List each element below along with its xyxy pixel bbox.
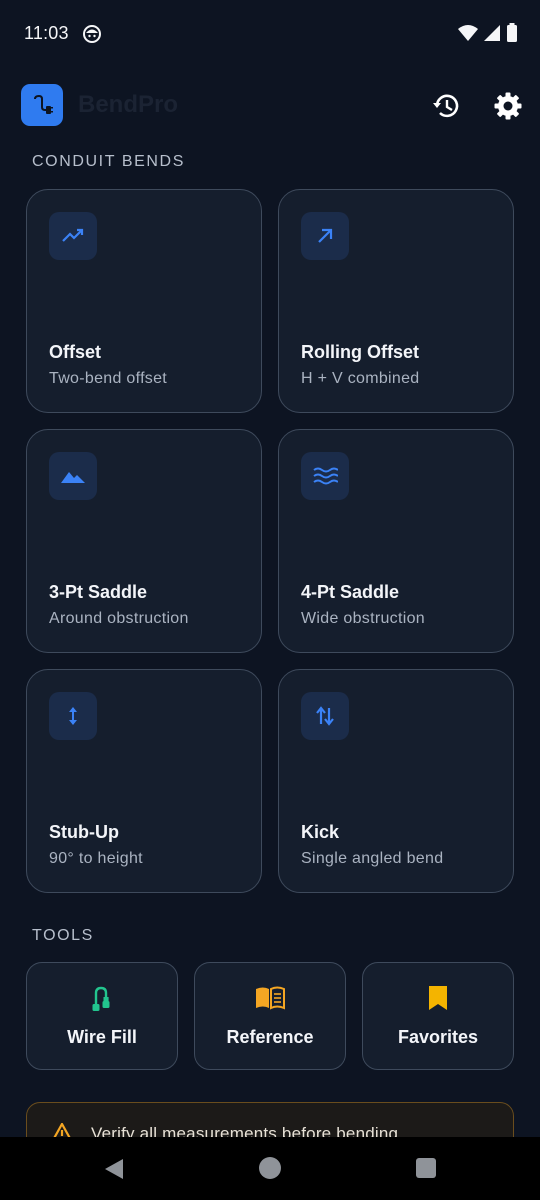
rolling-offset-card[interactable]: Rolling Offset H + V combined — [278, 189, 514, 413]
swap-vertical-icon — [301, 692, 349, 740]
book-icon — [195, 983, 345, 1013]
app-header: BendPro — [0, 80, 540, 130]
card-title: Offset — [49, 342, 102, 362]
settings-gear-icon — [494, 92, 522, 120]
signal-icon — [484, 24, 500, 47]
plug-icon — [21, 84, 63, 126]
notification-face-icon — [82, 24, 102, 44]
back-icon[interactable] — [103, 1157, 125, 1186]
card-title: Kick — [301, 822, 340, 842]
kick-card[interactable]: Kick Single angled bend — [278, 669, 514, 893]
favorites-button[interactable]: Favorites — [362, 962, 514, 1070]
app-title: BendPro — [78, 91, 179, 118]
tools-heading: TOOLS — [32, 927, 94, 944]
stub-up-card[interactable]: Stub-Up 90° to height — [26, 669, 262, 893]
cable-icon — [27, 983, 177, 1013]
history-icon — [433, 94, 459, 118]
arrow-up-right-icon — [301, 212, 349, 260]
tool-label: Reference — [226, 1027, 314, 1047]
offset-card[interactable]: Offset Two-bend offset — [26, 189, 262, 413]
system-nav-bar — [0, 1137, 540, 1200]
reference-button[interactable]: Reference — [194, 962, 346, 1070]
card-subtitle: H + V combined — [301, 370, 420, 387]
conduit-bends-heading: CONDUIT BENDS — [32, 153, 185, 170]
card-subtitle: Wide obstruction — [301, 610, 425, 627]
vertical-arrows-icon — [49, 692, 97, 740]
status-time: 11:03 — [24, 23, 69, 43]
settings-button[interactable] — [490, 88, 526, 124]
wifi-icon — [458, 24, 478, 47]
history-button[interactable] — [428, 88, 464, 124]
four-pt-saddle-card[interactable]: 4-Pt Saddle Wide obstruction — [278, 429, 514, 653]
card-title: Stub-Up — [49, 822, 119, 842]
status-bar: 11:03 — [0, 0, 540, 70]
tool-label: Wire Fill — [67, 1027, 137, 1047]
tool-label: Favorites — [397, 1027, 479, 1047]
card-subtitle: Around obstruction — [49, 610, 189, 627]
mountain-icon — [49, 452, 97, 500]
bookmark-icon — [363, 983, 513, 1013]
trending-line-icon — [49, 212, 97, 260]
waves-icon — [301, 452, 349, 500]
recents-icon[interactable] — [416, 1158, 436, 1178]
three-pt-saddle-card[interactable]: 3-Pt Saddle Around obstruction — [26, 429, 262, 653]
card-title: Rolling Offset — [301, 342, 419, 362]
card-subtitle: Single angled bend — [301, 850, 444, 867]
battery-icon — [506, 23, 518, 48]
card-title: 4-Pt Saddle — [301, 582, 400, 602]
card-subtitle: 90° to height — [49, 850, 143, 867]
card-subtitle: Two-bend offset — [49, 370, 168, 387]
home-icon[interactable] — [259, 1157, 281, 1179]
card-title: 3-Pt Saddle — [49, 582, 148, 602]
wire-fill-button[interactable]: Wire Fill — [26, 962, 178, 1070]
